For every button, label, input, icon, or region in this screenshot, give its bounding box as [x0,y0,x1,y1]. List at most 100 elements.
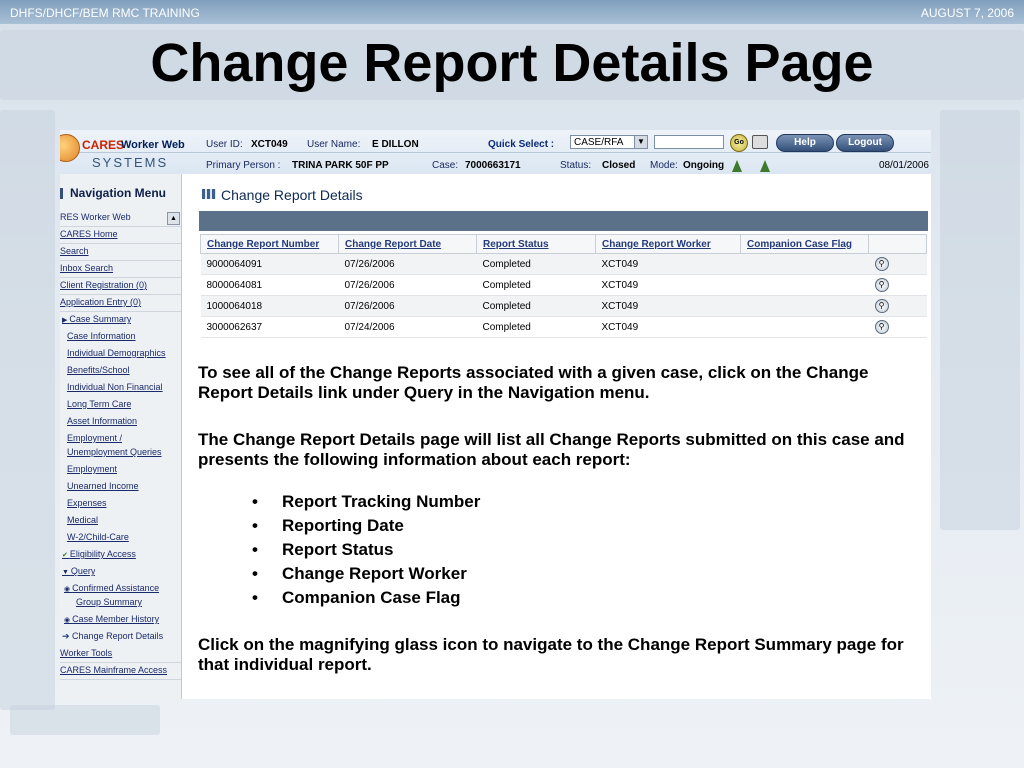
nav-item-long-term-care[interactable]: Long Term Care [67,399,131,413]
col-header-change-report-date[interactable]: Change Report Date [338,234,477,254]
nav-item-change-report-details[interactable]: ➔ Change Report Details [62,631,163,645]
nav-item-individual-demographics[interactable]: Individual Demographics [67,348,166,362]
navigation-menu: Navigation Menu ▲ RES Worker Web CARES H… [60,174,182,699]
list-item: Report Status [252,538,652,562]
nav-menu-header: Navigation Menu [60,184,181,204]
help-button[interactable]: Help [776,134,834,152]
cell-report-status: Completed [476,295,596,317]
brand-worker-web: Worker Web [121,139,185,151]
cell-report-date: 07/26/2006 [338,274,477,296]
mode-label: Mode: [650,160,678,171]
magnifying-glass-icon[interactable]: ⚲ [874,257,889,271]
nav-item-search[interactable]: Search [60,246,181,261]
list-item: Companion Case Flag [252,586,652,610]
magnifying-glass-icon[interactable]: ⚲ [874,299,889,313]
slide-header-left: DHFS/DHCF/BEM RMC TRAINING [10,6,200,20]
cell-report-status: Completed [476,316,596,338]
table-title-bar [199,211,928,231]
nav-item-client-registration[interactable]: Client Registration (0) [60,280,181,295]
quick-select-label: Quick Select : [488,139,555,150]
cell-companion-flag [740,253,869,275]
col-header-change-report-worker[interactable]: Change Report Worker [595,234,741,254]
paragraph-description: The Change Report Details page will list… [198,430,905,469]
nav-item-cares-home[interactable]: CARES Home [60,229,181,244]
quick-select-dropdown[interactable]: CASE/RFA ▼ [570,135,648,149]
nav-item-confirmed-assistance[interactable]: ◉ Confirmed Assistance [64,583,159,597]
cell-report-date: 07/26/2006 [338,253,477,275]
cell-report-worker: XCT049 [595,253,741,275]
quick-select-input[interactable] [654,135,724,149]
nav-item-group-summary[interactable]: Group Summary [76,597,142,611]
nav-item-cares-mainframe-access[interactable]: CARES Mainframe Access [60,665,181,680]
cell-report-status: Completed [476,253,596,275]
nav-item-case-member-history[interactable]: ◉ Case Member History [64,614,159,628]
table-row: 9000064091 07/26/2006 Completed XCT049 ⚲ [200,253,927,275]
cell-report-worker: XCT049 [595,316,741,338]
nav-menu-title: Navigation Menu [70,186,167,200]
brand-systems: SYSTEMS [92,155,169,170]
slide-header-date: AUGUST 7, 2006 [920,6,1014,20]
nav-item-application-entry[interactable]: Application Entry (0) [60,297,181,312]
col-header-report-status[interactable]: Report Status [476,234,596,254]
cares-screenshot: CARES Worker Web SYSTEMS User ID: XCT049… [60,130,931,699]
magnifying-glass-icon[interactable]: ⚲ [874,320,889,334]
nav-item-case-information[interactable]: Case Information [67,331,136,345]
nav-item-case-summary[interactable]: ▶ Case Summary [62,314,131,328]
nav-item-benefits-school[interactable]: Benefits/School [67,365,130,379]
cell-companion-flag [740,295,869,317]
paragraph-instruction: Click on the magnifying glass icon to na… [198,635,904,674]
nav-item-employment-queries-2[interactable]: Unemployment Queries [67,447,162,461]
nav-item-medical[interactable]: Medical [67,515,98,529]
cell-report-number: 1000064018 [200,295,339,317]
nav-item-individual-non-financial[interactable]: Individual Non Financial [67,382,163,396]
grid-icon [202,189,216,199]
user-id-label: User ID: [206,139,243,150]
user-name-label: User Name: [307,139,361,150]
list-item: Reporting Date [252,514,652,538]
case-status: Closed [602,160,636,171]
printer-icon[interactable] [752,135,768,149]
nav-item-inbox-search[interactable]: Inbox Search [60,263,181,278]
background-shape [0,110,55,710]
case-mode: Ongoing [683,160,725,171]
nav-item-eligibility-access[interactable]: ✔ Eligibility Access [62,549,136,563]
nav-item-expenses[interactable]: Expenses [67,498,107,512]
primary-person: TRINA PARK 50F PP [292,160,389,171]
quick-select-value: CASE/RFA [574,137,624,148]
cell-companion-flag [740,274,869,296]
field-list: Report Tracking Number Reporting Date Re… [252,490,652,610]
nav-item-asset-information[interactable]: Asset Information [67,416,137,430]
cell-report-worker: XCT049 [595,274,741,296]
nav-item-employment-queries[interactable]: Employment / [67,433,122,447]
magnifying-glass-icon[interactable]: ⚲ [874,278,889,292]
status-label: Status: [560,160,592,171]
table-row: 8000064081 07/26/2006 Completed XCT049 ⚲ [200,274,927,296]
header-date: 08/01/2006 [878,160,929,171]
nav-item-unearned-income[interactable]: Unearned Income [67,481,139,495]
tree-graphic [760,160,770,172]
nav-item-query[interactable]: ▼ Query [62,566,95,580]
cell-report-date: 07/26/2006 [338,295,477,317]
go-button[interactable]: Go [730,134,748,152]
cell-report-worker: XCT049 [595,295,741,317]
brand-cares: CARES [82,138,125,152]
nav-item-worker-tools[interactable]: Worker Tools [60,648,181,663]
app-header: CARES Worker Web SYSTEMS User ID: XCT049… [60,130,931,174]
col-header-details [868,234,927,254]
slide-title: Change Report Details Page [150,33,874,93]
primary-person-label: Primary Person : [206,160,281,171]
list-item: Report Tracking Number [252,490,652,514]
cell-companion-flag [740,316,869,338]
cell-report-number: 3000062637 [200,316,339,338]
col-header-change-report-number[interactable]: Change Report Number [200,234,339,254]
logout-button[interactable]: Logout [836,134,894,152]
nav-item-cares-worker-web: RES Worker Web [60,212,181,227]
user-id: XCT049 [251,139,288,150]
cell-report-number: 9000064091 [200,253,339,275]
tree-graphic [732,160,742,172]
nav-item-employment[interactable]: Employment [67,464,117,478]
col-header-companion-case-flag[interactable]: Companion Case Flag [740,234,869,254]
nav-item-w2-child-care[interactable]: W-2/Child-Care [67,532,129,546]
arrow-right-icon: ➔ [62,631,73,641]
chevron-down-icon[interactable]: ▼ [634,136,647,148]
